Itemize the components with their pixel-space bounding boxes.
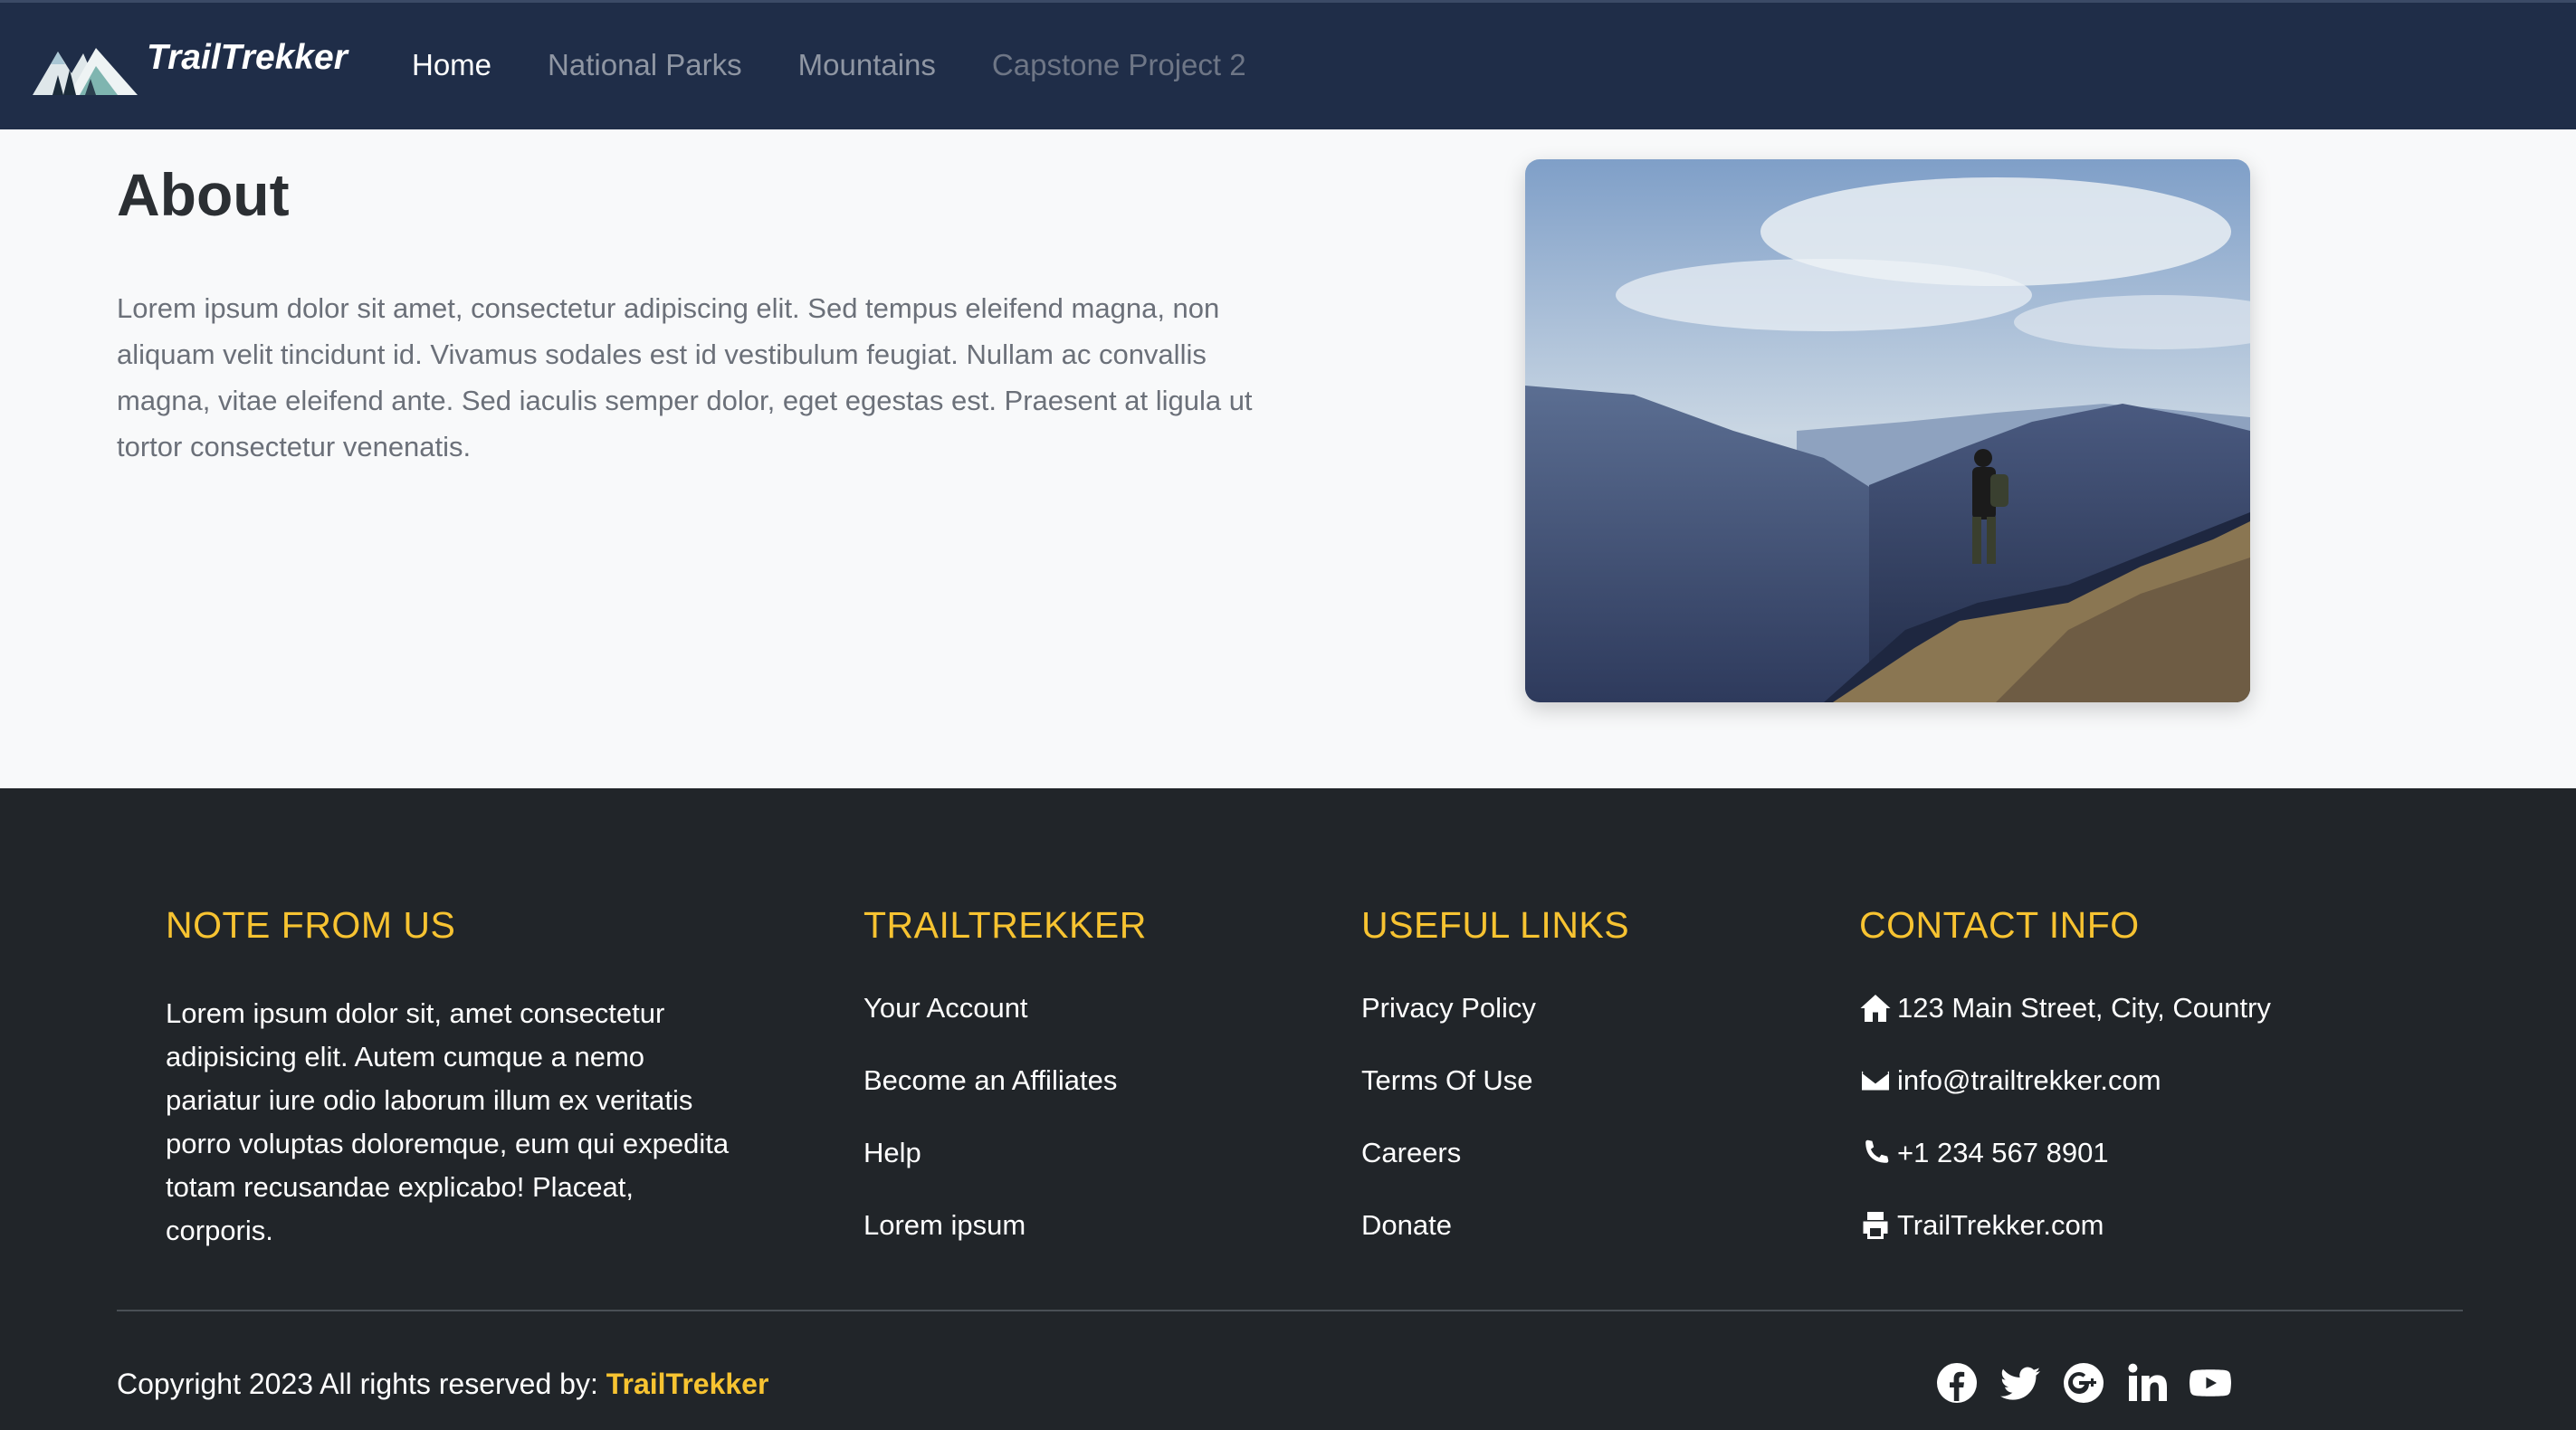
contact-phone-link[interactable]: +1 234 567 8901: [1897, 1137, 2109, 1169]
envelope-icon: [1859, 1064, 1892, 1097]
about-title: About: [117, 161, 290, 228]
footer-note-text: Lorem ipsum dolor sit, amet consectetur …: [166, 997, 730, 1246]
footer-trailtrekker-column: TRAILTREKKER Your Account Become an Affi…: [863, 904, 1147, 1282]
hiker-mountain-image: [1525, 159, 2250, 702]
footer-note-column: NOTE FROM US Lorem ipsum dolor sit, amet…: [166, 904, 745, 1253]
about-section: About Lorem ipsum dolor sit amet, consec…: [0, 129, 2576, 788]
mountain-logo-icon: [33, 48, 138, 95]
footer-link-item: Help: [863, 1137, 1147, 1209]
home-icon: [1859, 992, 1892, 1025]
footer-link-item: Lorem ipsum: [863, 1209, 1147, 1282]
phone-icon: [1859, 1137, 1892, 1169]
footer-link-privacy-policy[interactable]: Privacy Policy: [1361, 992, 1536, 1025]
footer-trailtrekker-heading: TRAILTREKKER: [863, 904, 1147, 946]
footer-link-affiliates[interactable]: Become an Affiliates: [863, 1064, 1117, 1097]
copyright-text: Copyright 2023 All rights reserved by:: [117, 1368, 606, 1400]
contact-address: 123 Main Street, City, Country: [1859, 992, 2271, 1064]
contact-email-link[interactable]: info@trailtrekker.com: [1897, 1064, 2161, 1097]
social-links: [1935, 1361, 2232, 1405]
contact-website: TrailTrekker.com: [1859, 1209, 2271, 1282]
footer-link-item: Donate: [1361, 1209, 1629, 1282]
footer-link-lorem-ipsum[interactable]: Lorem ipsum: [863, 1209, 1026, 1242]
youtube-icon[interactable]: [2189, 1361, 2232, 1405]
nav-national-parks[interactable]: National Parks: [548, 48, 742, 82]
footer-link-item: Terms Of Use: [1361, 1064, 1629, 1137]
nav-mountains[interactable]: Mountains: [798, 48, 936, 82]
footer-link-item: Your Account: [863, 992, 1147, 1064]
navbar: TrailTrekker Home National Parks Mountai…: [0, 0, 2576, 129]
contact-info-list: 123 Main Street, City, Country info@trai…: [1859, 992, 2271, 1282]
footer-note-heading: NOTE FROM US: [166, 904, 456, 946]
footer-link-careers[interactable]: Careers: [1361, 1137, 1461, 1169]
copyright: Copyright 2023 All rights reserved by: T…: [117, 1368, 768, 1401]
footer-link-terms[interactable]: Terms Of Use: [1361, 1064, 1532, 1097]
footer-link-donate[interactable]: Donate: [1361, 1209, 1452, 1242]
brand-link[interactable]: TrailTrekker: [31, 38, 348, 99]
linkedin-icon[interactable]: [2125, 1361, 2169, 1405]
footer-trailtrekker-links: Your Account Become an Affiliates Help L…: [863, 992, 1147, 1282]
footer-link-your-account[interactable]: Your Account: [863, 992, 1028, 1025]
google-plus-icon[interactable]: [2062, 1361, 2105, 1405]
footer-contact-heading: CONTACT INFO: [1859, 904, 2140, 946]
footer-useful-heading: USEFUL LINKS: [1361, 904, 1630, 946]
footer-contact-column: CONTACT INFO 123 Main Street, City, Coun…: [1859, 904, 2271, 1282]
footer-useful-column: USEFUL LINKS Privacy Policy Terms Of Use…: [1361, 904, 1629, 1282]
footer-divider: [117, 1310, 2463, 1311]
facebook-icon[interactable]: [1935, 1361, 1979, 1405]
copyright-brand-link[interactable]: TrailTrekker: [606, 1368, 769, 1400]
footer-useful-links: Privacy Policy Terms Of Use Careers Dona…: [1361, 992, 1629, 1282]
contact-address-text: 123 Main Street, City, Country: [1897, 992, 2271, 1024]
twitter-icon[interactable]: [1999, 1361, 2042, 1405]
footer-link-item: Privacy Policy: [1361, 992, 1629, 1064]
main-nav: Home National Parks Mountains Capstone P…: [412, 48, 1302, 82]
footer-link-item: Careers: [1361, 1137, 1629, 1209]
footer-link-help[interactable]: Help: [863, 1137, 921, 1169]
brand-name: TrailTrekker: [147, 38, 348, 77]
printer-icon: [1859, 1209, 1892, 1242]
footer-link-item: Become an Affiliates: [863, 1064, 1147, 1137]
about-text: Lorem ipsum dolor sit amet, consectetur …: [117, 292, 1253, 462]
contact-phone: +1 234 567 8901: [1859, 1137, 2271, 1209]
nav-home[interactable]: Home: [412, 48, 491, 82]
footer: NOTE FROM US Lorem ipsum dolor sit, amet…: [0, 788, 2576, 1430]
contact-email: info@trailtrekker.com: [1859, 1064, 2271, 1137]
contact-website-link[interactable]: TrailTrekker.com: [1897, 1209, 2104, 1242]
nav-capstone-project[interactable]: Capstone Project 2: [992, 48, 1246, 82]
